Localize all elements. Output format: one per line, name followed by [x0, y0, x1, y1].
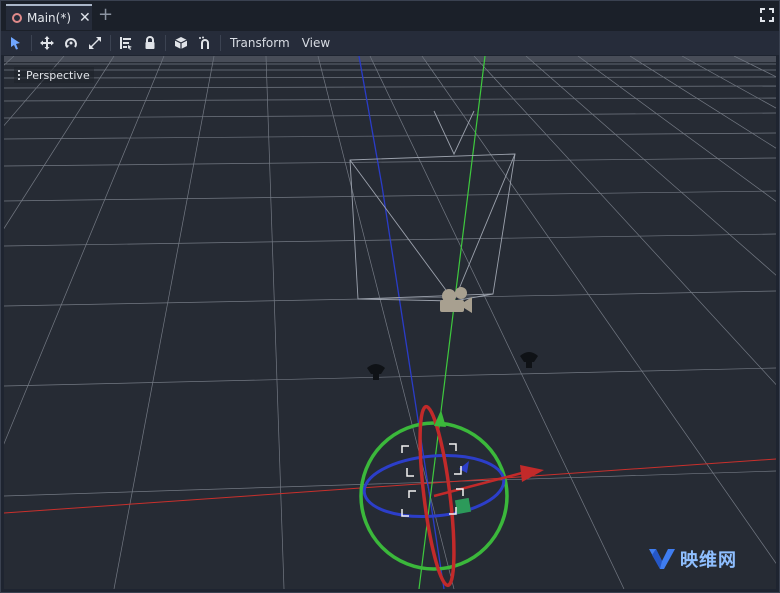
- tab-main-label: Main(*): [27, 11, 72, 25]
- watermark: 映维网: [648, 546, 737, 572]
- scene-node-icon: [12, 13, 22, 23]
- toolbar-separator: [31, 35, 32, 51]
- view-menu[interactable]: View: [296, 36, 336, 50]
- toolbar-separator: [110, 35, 111, 51]
- select-mode-button[interactable]: [4, 32, 28, 54]
- rotate-mode-button[interactable]: [59, 32, 83, 54]
- lock-icon: [145, 36, 155, 49]
- add-tab-icon[interactable]: +: [98, 6, 113, 24]
- toolbar-separator: [220, 35, 221, 51]
- scale-icon: [89, 37, 101, 49]
- group-button[interactable]: [169, 32, 193, 54]
- snap-button[interactable]: [193, 32, 217, 54]
- light-icon-right: [520, 352, 538, 368]
- yvw-logo-icon: [649, 549, 675, 569]
- perspective-label: Perspective: [26, 68, 90, 82]
- horizon-band: [4, 56, 776, 62]
- group-icon: [174, 37, 188, 49]
- tab-main[interactable]: Main(*) ✕: [6, 4, 92, 30]
- scale-mode-button[interactable]: [83, 32, 107, 54]
- list-select-icon: [120, 37, 132, 50]
- perspective-menu-button[interactable]: Perspective: [14, 67, 94, 83]
- transform-menu[interactable]: Transform: [224, 36, 296, 50]
- viewport-scene[interactable]: [4, 56, 776, 589]
- move-icon: [40, 36, 54, 50]
- rotate-icon: [65, 38, 77, 48]
- distraction-free-icon[interactable]: [760, 8, 774, 22]
- rotation-gizmo[interactable]: [359, 404, 544, 588]
- camera-icon: [440, 287, 472, 313]
- select-icon: [11, 37, 20, 50]
- lock-button[interactable]: [138, 32, 162, 54]
- move-mode-button[interactable]: [35, 32, 59, 54]
- list-select-button[interactable]: [114, 32, 138, 54]
- camera-frustum: [349, 110, 516, 302]
- floor-grid: [4, 56, 776, 589]
- close-tab-icon[interactable]: ✕: [79, 11, 91, 25]
- scene-tab-bar: Main(*) ✕ +: [0, 0, 780, 33]
- 3d-viewport[interactable]: Perspective: [4, 56, 776, 589]
- toolbar-separator: [165, 35, 166, 51]
- snap-icon: [199, 36, 209, 49]
- watermark-text: 映维网: [680, 550, 737, 571]
- grip-icon: [18, 70, 22, 80]
- viewport-toolbar: Transform View: [0, 31, 780, 55]
